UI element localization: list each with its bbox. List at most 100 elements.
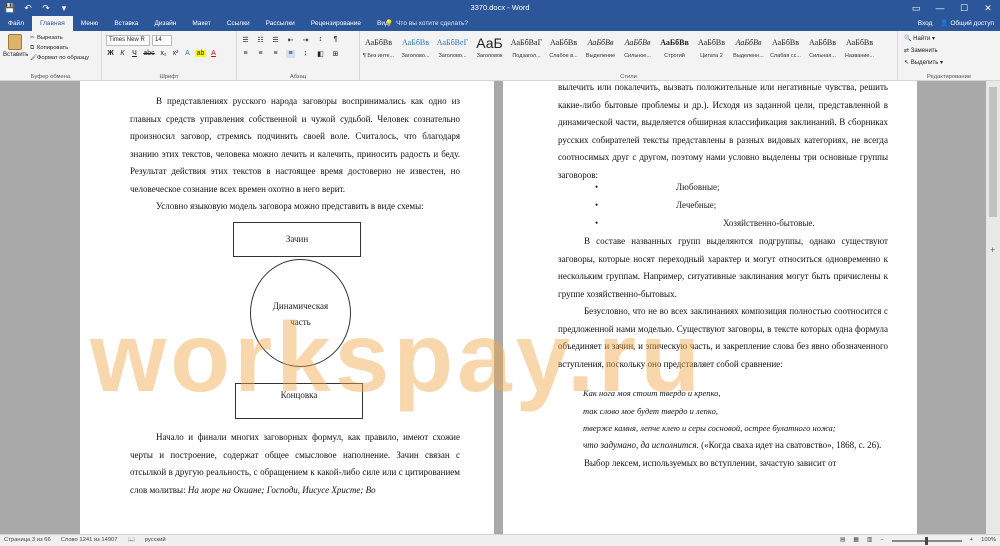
zoom-in-icon[interactable]: + xyxy=(970,535,973,546)
scrollbar-thumb[interactable] xyxy=(989,87,997,217)
web-layout-icon[interactable]: ▥ xyxy=(867,535,872,546)
status-bar: Страница 3 из 66 Слово 1241 из 14907 📖 р… xyxy=(0,534,1000,546)
style-sample: АаБбВаГ xyxy=(510,38,543,47)
format-painter-button[interactable]: 🖌Формат по образцу xyxy=(30,53,89,63)
vertical-scrollbar[interactable] xyxy=(986,81,1000,534)
zoom-slider-knob[interactable] xyxy=(924,536,928,545)
tab-mailings[interactable]: Рассылки xyxy=(258,16,303,31)
style-item[interactable]: АаБбВв Цитата 2 xyxy=(693,33,730,65)
right-para4-text: Выбор лексем, используемых во вступлении… xyxy=(584,457,837,468)
tab-file[interactable]: Файл xyxy=(0,16,32,31)
style-item[interactable]: АаБбВв Слабое в... xyxy=(545,33,582,65)
zoom-level[interactable]: 100% xyxy=(981,535,996,546)
page-left[interactable]: В представлениях русского народа заговор… xyxy=(80,81,494,534)
share-button[interactable]: 👤 Общий доступ xyxy=(940,16,994,31)
style-item[interactable]: АаБ Заголовок xyxy=(471,33,508,65)
decrease-indent-icon[interactable]: ⇤ xyxy=(286,36,295,44)
print-layout-icon[interactable]: ▦ xyxy=(853,535,858,546)
line-spacing-icon[interactable]: ↨ xyxy=(301,50,310,58)
style-sample: АаБбВв xyxy=(624,38,651,47)
style-name: Подзагол... xyxy=(512,53,541,59)
tab-menu[interactable]: Меню xyxy=(73,16,107,31)
word-count[interactable]: Слово 1241 из 14907 xyxy=(61,535,118,546)
font-size-select[interactable]: 14 xyxy=(152,35,172,46)
style-sample: АаБбВв xyxy=(365,38,392,47)
tab-review[interactable]: Рецензирование xyxy=(303,16,369,31)
bold-button[interactable]: Ж xyxy=(106,50,115,57)
find-button[interactable]: 🔍 Найти ▾ xyxy=(904,33,943,45)
style-item[interactable]: АаБбВв Выделение xyxy=(582,33,619,65)
poem-line-2: так слово мое будет твердо и лепко, xyxy=(583,405,718,416)
style-item[interactable]: АаБбВв Слабая сс... xyxy=(767,33,804,65)
style-item[interactable]: АаБбВв Выделенн... xyxy=(730,33,767,65)
borders-icon[interactable]: ⊞ xyxy=(331,50,340,58)
font-format-row: Ж К Ч abc x₂ x² A ab A xyxy=(106,50,218,57)
copy-button[interactable]: ⧉ Копировать xyxy=(30,43,89,53)
align-center-icon[interactable]: ≡ xyxy=(256,50,265,58)
style-name: Выделенн... xyxy=(733,53,764,59)
text-effects-button[interactable]: A xyxy=(183,50,192,57)
proofing-icon[interactable]: 📖 xyxy=(128,535,135,546)
sort-icon[interactable]: ↕ xyxy=(316,36,325,44)
right-poem: Как нога моя стоит твердо и крепко, так … xyxy=(583,385,903,438)
style-item[interactable]: АаБбВв ¶ Без инте... xyxy=(360,33,397,65)
style-sample: АаБбВв xyxy=(660,38,689,47)
style-item[interactable]: АаБбВв Заголово... xyxy=(397,33,434,65)
ribbon-display-options-icon[interactable]: ▭ xyxy=(904,0,928,16)
left-para1-text: В представлениях русского народа заговор… xyxy=(130,96,460,194)
read-mode-icon[interactable]: ▤ xyxy=(840,535,845,546)
style-item[interactable]: АаБбВеГ Заголово... xyxy=(434,33,471,65)
poem-line-1: Как нога моя стоит твердо и крепко, xyxy=(583,388,721,398)
paragraph-row-2: ≡ ≡ ≡ ≡ ↨ ◧ ⊞ xyxy=(241,50,340,58)
account-area: Вход 👤 Общий доступ xyxy=(918,16,994,31)
bullet-marker-3: • xyxy=(595,218,599,228)
style-item[interactable]: АаБбВв Название... xyxy=(841,33,878,65)
numbering-icon[interactable]: ☷ xyxy=(256,36,265,44)
font-name-select[interactable]: Times New R xyxy=(106,35,150,46)
tab-insert[interactable]: Вставка xyxy=(106,16,146,31)
align-left-icon[interactable]: ≡ xyxy=(241,50,250,58)
tell-me-box[interactable]: 💡 Что вы хотите сделать? xyxy=(385,16,468,31)
magnifier-icon: 🔍 xyxy=(904,36,912,42)
increase-indent-icon[interactable]: ⇥ xyxy=(301,36,310,44)
tab-home[interactable]: Главная xyxy=(31,16,73,31)
tab-layout[interactable]: Макет xyxy=(184,16,218,31)
close-icon[interactable]: ✕ xyxy=(976,0,1000,16)
bullets-icon[interactable]: ☰ xyxy=(241,36,250,44)
highlight-button[interactable]: ab xyxy=(195,50,206,57)
tab-design[interactable]: Дизайн xyxy=(146,16,184,31)
shading-icon[interactable]: ◧ xyxy=(316,50,325,58)
replace-button[interactable]: ⇄ Заменить xyxy=(904,45,943,57)
language-indicator[interactable]: русский xyxy=(145,535,166,546)
font-color-button[interactable]: A xyxy=(209,50,218,57)
ribbon-tabs: Файл Главная Меню Вставка Дизайн Макет С… xyxy=(0,16,397,31)
paste-label: Вставить xyxy=(3,52,29,58)
style-item[interactable]: АаБбВв Сильная... xyxy=(804,33,841,65)
cut-button[interactable]: ✂ Вырезать xyxy=(30,33,89,43)
italic-button[interactable]: К xyxy=(118,50,127,57)
style-item[interactable]: АаБбВаГ Подзагол... xyxy=(508,33,545,65)
underline-button[interactable]: Ч xyxy=(130,50,139,57)
superscript-button[interactable]: x² xyxy=(171,50,180,57)
pilcrow-icon[interactable]: ¶ xyxy=(331,36,340,44)
zoom-out-icon[interactable]: − xyxy=(880,535,883,546)
style-sample: АаБбВв xyxy=(735,38,762,47)
zoom-slider[interactable] xyxy=(891,536,962,545)
strikethrough-button[interactable]: abc xyxy=(142,50,156,57)
maximize-icon[interactable]: ☐ xyxy=(952,0,976,16)
multilevel-list-icon[interactable]: ☰ xyxy=(271,36,280,44)
select-button[interactable]: ↖ Выделить ▾ xyxy=(904,57,943,69)
expand-icon[interactable]: + xyxy=(990,245,995,255)
justify-icon[interactable]: ≡ xyxy=(286,50,295,58)
tab-references[interactable]: Ссылки xyxy=(219,16,258,31)
page-count[interactable]: Страница 3 из 66 xyxy=(4,535,51,546)
align-right-icon[interactable]: ≡ xyxy=(271,50,280,58)
style-item[interactable]: АаБбВв Строгий xyxy=(656,33,693,65)
style-sample: АаБбВв xyxy=(809,38,836,47)
subscript-button[interactable]: x₂ xyxy=(159,50,168,57)
sign-in-link[interactable]: Вход xyxy=(918,16,933,31)
style-item[interactable]: АаБбВв Сильное... xyxy=(619,33,656,65)
page-right[interactable]: вылечить или покалечить, вызвать положит… xyxy=(503,81,917,534)
minimize-icon[interactable]: — xyxy=(928,0,952,16)
paste-button[interactable]: Вставить xyxy=(3,34,29,58)
